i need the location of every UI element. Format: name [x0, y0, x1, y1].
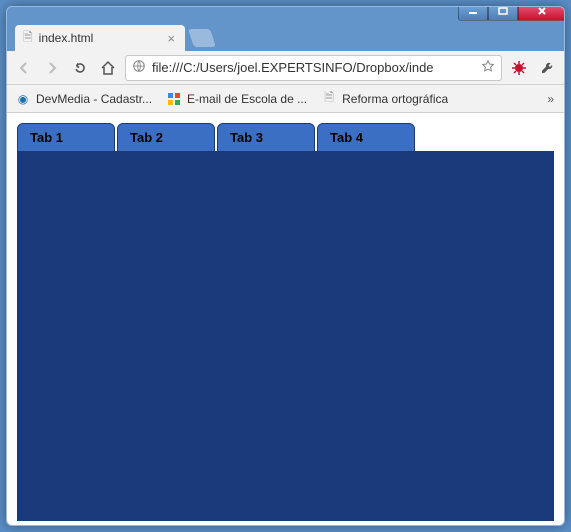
- browser-tab[interactable]: 🗎 index.html ×: [15, 25, 185, 51]
- tab-close-icon[interactable]: ×: [165, 31, 177, 46]
- tab-3[interactable]: Tab 3: [217, 123, 315, 151]
- tab-headers: Tab 1 Tab 2 Tab 3 Tab 4: [17, 123, 554, 151]
- tab-label: Tab 1: [30, 130, 63, 145]
- page-icon: 🗎: [321, 91, 337, 107]
- minimize-button[interactable]: [458, 6, 488, 21]
- new-tab-button[interactable]: [188, 29, 216, 47]
- back-button[interactable]: [13, 57, 35, 79]
- tab-label: Tab 4: [330, 130, 363, 145]
- tab-4[interactable]: Tab 4: [317, 123, 415, 151]
- drupal-icon: ◉: [15, 91, 31, 107]
- bookmarks-bar: ◉ DevMedia - Cadastr... E-mail de Escola…: [7, 85, 564, 113]
- wrench-menu-button[interactable]: [536, 57, 558, 79]
- bookmark-star-icon[interactable]: [481, 59, 495, 76]
- page-viewport: Tab 1 Tab 2 Tab 3 Tab 4: [7, 113, 564, 525]
- tab-panel: [17, 151, 554, 521]
- maximize-button[interactable]: [488, 6, 518, 21]
- file-icon: 🗎: [23, 28, 33, 49]
- tab-label: Tab 3: [230, 130, 263, 145]
- browser-tab-title: index.html: [39, 31, 166, 45]
- tabs-widget: Tab 1 Tab 2 Tab 3 Tab 4: [17, 123, 554, 521]
- url-text: file:///C:/Users/joel.EXPERTSINFO/Dropbo…: [152, 60, 475, 75]
- browser-toolbar: file:///C:/Users/joel.EXPERTSINFO/Dropbo…: [7, 51, 564, 85]
- window-controls: [458, 6, 565, 21]
- bookmark-label: DevMedia - Cadastr...: [36, 92, 152, 106]
- bookmark-item[interactable]: 🗎 Reforma ortográfica: [321, 91, 448, 107]
- forward-button[interactable]: [41, 57, 63, 79]
- address-bar[interactable]: file:///C:/Users/joel.EXPERTSINFO/Dropbo…: [125, 55, 502, 81]
- bookmark-label: Reforma ortográfica: [342, 92, 448, 106]
- close-button[interactable]: [518, 6, 565, 21]
- reload-button[interactable]: [69, 57, 91, 79]
- window-titlebar: [7, 7, 564, 25]
- bookmark-item[interactable]: ◉ DevMedia - Cadastr...: [15, 91, 152, 107]
- home-button[interactable]: [97, 57, 119, 79]
- bookmark-label: E-mail de Escola de ...: [187, 92, 307, 106]
- globe-icon: [132, 59, 146, 76]
- tab-2[interactable]: Tab 2: [117, 123, 215, 151]
- google-icon: [166, 91, 182, 107]
- browser-window: 🗎 index.html × file:///C:/Users/joel.EXP…: [6, 6, 565, 526]
- tab-label: Tab 2: [130, 130, 163, 145]
- page-content: Tab 1 Tab 2 Tab 3 Tab 4: [7, 113, 564, 525]
- tab-1[interactable]: Tab 1: [17, 123, 115, 151]
- bookmark-item[interactable]: E-mail de Escola de ...: [166, 91, 307, 107]
- browser-tabstrip: 🗎 index.html ×: [7, 25, 564, 51]
- extension-button[interactable]: [508, 57, 530, 79]
- bookmarks-overflow-button[interactable]: »: [543, 92, 556, 106]
